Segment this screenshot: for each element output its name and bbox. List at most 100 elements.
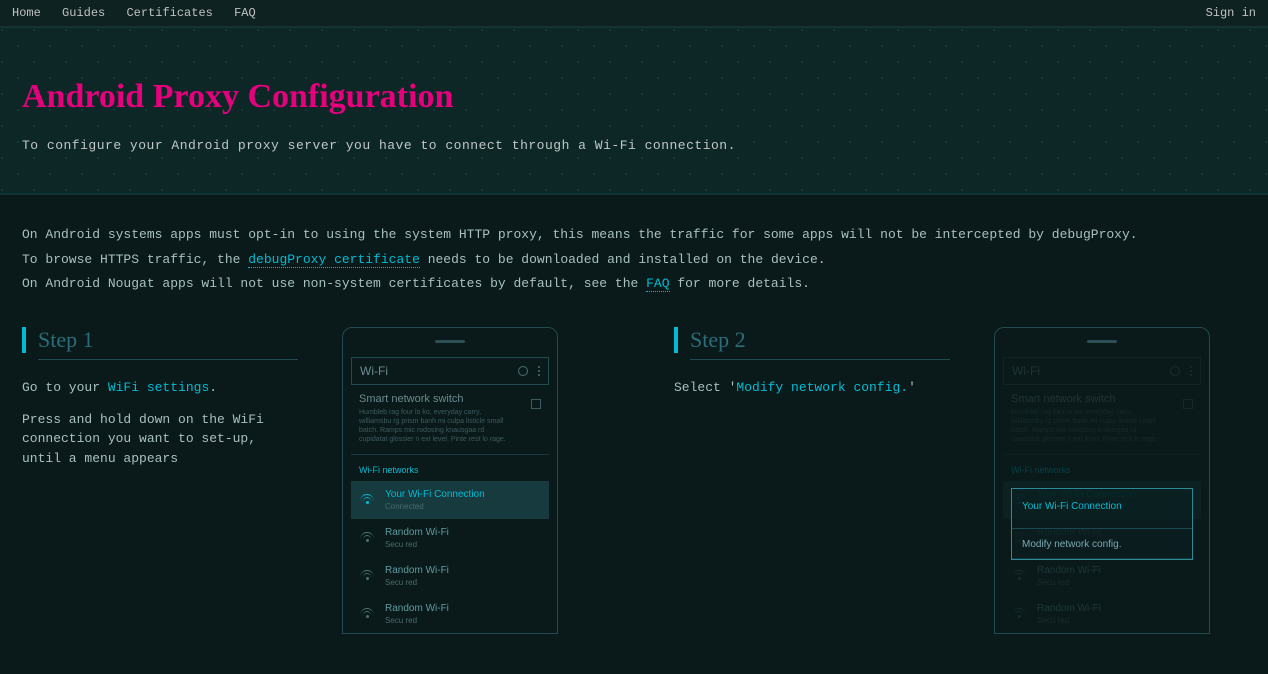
wifi-item-info: Random Wi-Fi Secu red bbox=[385, 565, 449, 587]
intro-line-2a: To browse HTTPS traffic, the bbox=[22, 252, 248, 267]
context-menu: Your Wi-Fi Connection Modify network con… bbox=[1011, 488, 1193, 560]
page-subtitle: To configure your Android proxy server y… bbox=[22, 138, 1246, 153]
wifi-item-status: Secu red bbox=[1037, 578, 1101, 587]
more-icon bbox=[1190, 366, 1192, 376]
step-1-p2: Press and hold down on the WiFi connecti… bbox=[22, 410, 302, 469]
wifi-networks-label: Wi-Fi networks bbox=[1003, 455, 1201, 481]
progress-icon bbox=[1170, 366, 1180, 376]
step-2-heading: Step 2 bbox=[674, 327, 954, 353]
wifi-item-status: Connected bbox=[385, 502, 485, 511]
wifi-item-status: Secu red bbox=[385, 578, 449, 587]
intro-line-2: To browse HTTPS traffic, the debugProxy … bbox=[22, 248, 1246, 273]
wifi-item: Random Wi-Fi Secu red bbox=[351, 595, 549, 633]
step-1-heading: Step 1 bbox=[22, 327, 302, 353]
wifi-item: Random Wi-Fi Secu red bbox=[1003, 557, 1201, 595]
nav-faq[interactable]: FAQ bbox=[234, 6, 256, 20]
wifi-item-name: Your Wi-Fi Connection bbox=[385, 489, 485, 500]
step-2-text: Step 2 Select 'Modify network config.' bbox=[674, 327, 954, 410]
wifi-item-status: Secu red bbox=[385, 540, 449, 549]
phone-speaker bbox=[1087, 340, 1117, 343]
context-menu-title: Your Wi-Fi Connection bbox=[1012, 489, 1192, 529]
smart-switch-desc: Humbleb rag four lo ko, everyday carry, … bbox=[359, 408, 509, 444]
smart-switch-text: Smart network switch Humbleb rag four lo… bbox=[1011, 393, 1161, 444]
wifi-item: Random Wi-Fi Secu red bbox=[1003, 595, 1201, 633]
wifi-item-name: Random Wi-Fi bbox=[1037, 565, 1101, 576]
wifi-item: Random Wi-Fi Secu red bbox=[351, 519, 549, 557]
phone-mock-2: Wi-Fi Smart network switch Humbleb rag f… bbox=[994, 327, 1210, 634]
intro-block: On Android systems apps must opt-in to u… bbox=[0, 195, 1268, 309]
smart-switch-row: Smart network switch Humbleb rag four lo… bbox=[1003, 385, 1201, 455]
context-menu-item-modify: Modify network config. bbox=[1012, 529, 1192, 559]
step-1-p1a: Go to your bbox=[22, 380, 108, 395]
progress-icon bbox=[518, 366, 528, 376]
intro-line-1: On Android systems apps must opt-in to u… bbox=[22, 223, 1246, 248]
smart-switch-desc: Humbleb rag four lo ko, everyday carry, … bbox=[1011, 408, 1161, 444]
step-1-text: Step 1 Go to your WiFi settings. Press a… bbox=[22, 327, 302, 480]
nav-home[interactable]: Home bbox=[12, 6, 41, 20]
faq-link[interactable]: FAQ bbox=[646, 276, 669, 292]
wifi-item-status: Secu red bbox=[1037, 616, 1101, 625]
step-1-highlight: WiFi settings bbox=[108, 380, 209, 395]
wifi-icon bbox=[359, 494, 375, 506]
wifi-item-info: Random Wi-Fi Secu red bbox=[385, 527, 449, 549]
step-2-p1: Select 'Modify network config.' bbox=[674, 378, 954, 398]
step-1-block: Step 1 Go to your WiFi settings. Press a… bbox=[22, 327, 594, 634]
smart-switch-text: Smart network switch Humbleb rag four lo… bbox=[359, 393, 509, 444]
smart-switch-title: Smart network switch bbox=[1011, 393, 1161, 405]
wifi-icon bbox=[359, 532, 375, 544]
wifi-item-info: Random Wi-Fi Secu red bbox=[1037, 603, 1101, 625]
more-icon bbox=[538, 366, 540, 376]
wifi-networks-label: Wi-Fi networks bbox=[351, 455, 549, 481]
wifi-item: Random Wi-Fi Secu red bbox=[351, 557, 549, 595]
phone-speaker bbox=[435, 340, 465, 343]
steps-row: Step 1 Go to your WiFi settings. Press a… bbox=[0, 309, 1268, 674]
wifi-header: Wi-Fi bbox=[1003, 357, 1201, 385]
wifi-item-info: Random Wi-Fi Secu red bbox=[1037, 565, 1101, 587]
intro-line-3b: for more details. bbox=[670, 276, 810, 291]
step-2-rule bbox=[690, 359, 950, 360]
top-nav: Home Guides Certificates FAQ Sign in bbox=[0, 0, 1268, 26]
step-2-block: Step 2 Select 'Modify network config.' W… bbox=[674, 327, 1246, 634]
intro-line-3: On Android Nougat apps will not use non-… bbox=[22, 272, 1246, 297]
wifi-item-info: Random Wi-Fi Secu red bbox=[385, 603, 449, 625]
wifi-header-title: Wi-Fi bbox=[360, 364, 388, 378]
wifi-item-name: Random Wi-Fi bbox=[1037, 603, 1101, 614]
page-title: Android Proxy Configuration bbox=[22, 78, 1246, 116]
smart-switch-title: Smart network switch bbox=[359, 393, 509, 405]
intro-line-3a: On Android Nougat apps will not use non-… bbox=[22, 276, 646, 291]
wifi-header: Wi-Fi bbox=[351, 357, 549, 385]
phone-2-screen: Wi-Fi Smart network switch Humbleb rag f… bbox=[1003, 357, 1201, 633]
nav-left: Home Guides Certificates FAQ bbox=[12, 6, 270, 20]
wifi-item-selected: Your Wi-Fi Connection Connected bbox=[351, 481, 549, 519]
wifi-icon bbox=[1011, 608, 1027, 620]
nav-certificates[interactable]: Certificates bbox=[126, 6, 212, 20]
nav-signin[interactable]: Sign in bbox=[1206, 6, 1256, 20]
hero: Android Proxy Configuration To configure… bbox=[0, 26, 1268, 195]
context-menu-wrap: Your Wi-Fi Connection Modify network con… bbox=[1011, 488, 1193, 560]
wifi-header-icons bbox=[1170, 366, 1192, 376]
smart-switch-row: Smart network switch Humbleb rag four lo… bbox=[351, 385, 549, 455]
wifi-item-info: Your Wi-Fi Connection Connected bbox=[385, 489, 485, 511]
step-2-highlight: Modify network config. bbox=[736, 380, 908, 395]
step-1-p1b: . bbox=[209, 380, 217, 395]
step-1-rule bbox=[38, 359, 298, 360]
wifi-icon bbox=[359, 570, 375, 582]
phone-mock-1: Wi-Fi Smart network switch Humbleb rag f… bbox=[342, 327, 558, 634]
wifi-header-icons bbox=[518, 366, 540, 376]
step-1-p1: Go to your WiFi settings. bbox=[22, 378, 302, 398]
step-2-p1a: Select ' bbox=[674, 380, 736, 395]
smart-switch-checkbox bbox=[531, 399, 541, 409]
wifi-item-name: Random Wi-Fi bbox=[385, 565, 449, 576]
phone-1-screen: Wi-Fi Smart network switch Humbleb rag f… bbox=[351, 357, 549, 633]
nav-right: Sign in bbox=[1206, 6, 1256, 20]
certificate-link[interactable]: debugProxy certificate bbox=[248, 252, 420, 268]
wifi-item-name: Random Wi-Fi bbox=[385, 527, 449, 538]
smart-switch-checkbox bbox=[1183, 399, 1193, 409]
wifi-item-name: Random Wi-Fi bbox=[385, 603, 449, 614]
nav-guides[interactable]: Guides bbox=[62, 6, 105, 20]
intro-line-2b: needs to be downloaded and installed on … bbox=[420, 252, 826, 267]
wifi-icon bbox=[1011, 570, 1027, 582]
wifi-icon bbox=[359, 608, 375, 620]
wifi-header-title: Wi-Fi bbox=[1012, 364, 1040, 378]
step-2-p1b: ' bbox=[908, 380, 916, 395]
